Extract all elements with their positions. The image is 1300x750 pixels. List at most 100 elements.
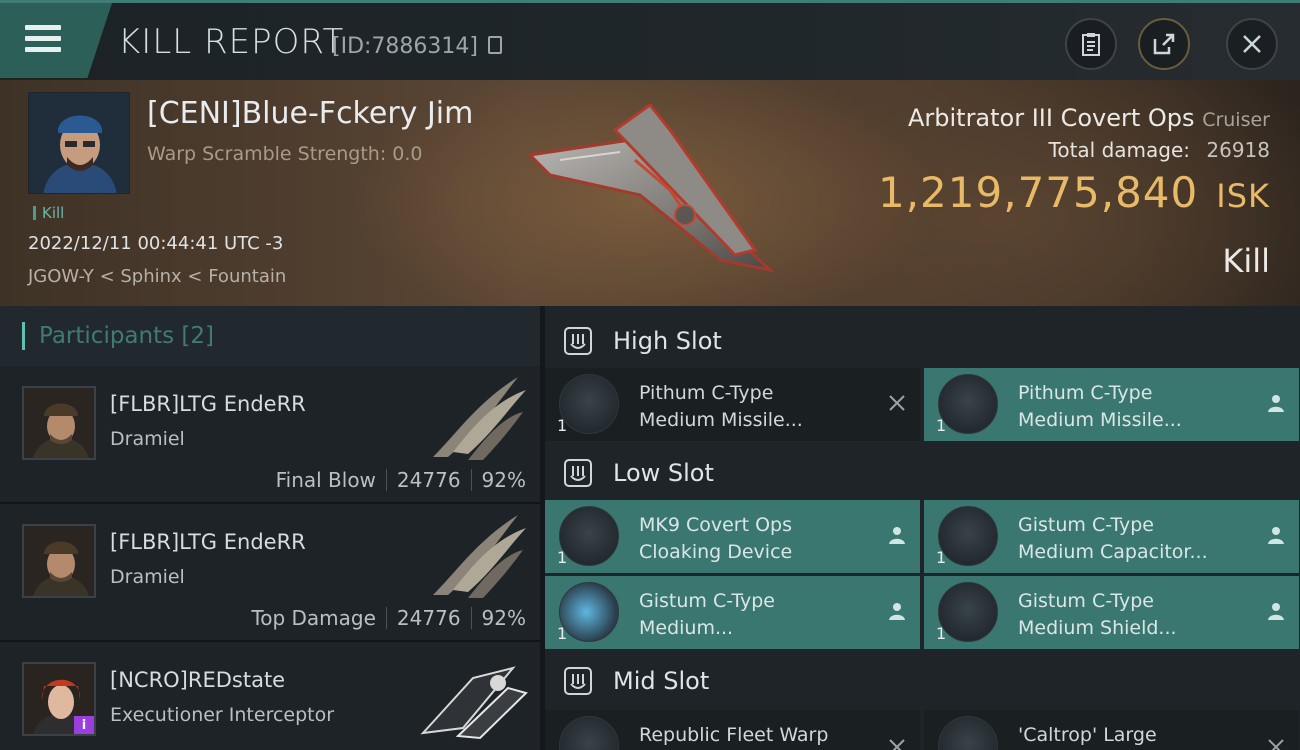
participants-header[interactable]: Participants [2]: [0, 306, 540, 366]
module-count: 1: [557, 548, 568, 567]
destroyed-icon: [1268, 739, 1284, 750]
module-count: 1: [557, 416, 568, 435]
kill-tag: Kill: [33, 206, 64, 221]
module-count: 1: [557, 624, 568, 643]
close-button[interactable]: [1226, 18, 1278, 70]
low-slot-header: Low Slot: [545, 442, 1300, 504]
mid-slot-header: Mid Slot: [545, 650, 1300, 712]
participant-ship: Dramiel: [110, 428, 185, 450]
module-low-1[interactable]: 1 MK9 Covert Ops Cloaking Device: [545, 500, 920, 573]
victim-ship-name[interactable]: Arbitrator III Covert Ops Cruiser: [908, 104, 1270, 132]
shield-extender-icon: [938, 716, 998, 750]
participant-percent: 92%: [481, 468, 526, 492]
module-low-4[interactable]: 1 Gistum C-Type Medium Shield...: [924, 576, 1299, 649]
module-name: 'Caltrop' Large: [1018, 724, 1157, 746]
participant-ship-image[interactable]: [418, 510, 528, 602]
module-low-2[interactable]: 1 Gistum C-Type Medium Capacitor...: [924, 500, 1299, 573]
participant-stats: Top Damage 24776 92%: [251, 606, 526, 630]
participant-name: [FLBR]LTG EndeRR: [110, 392, 306, 416]
participant-name: [NCRO]REDstate: [110, 668, 286, 692]
participant-ship: Dramiel: [110, 566, 185, 588]
report-id: [ID:7886314]: [332, 34, 478, 59]
victim-name[interactable]: [CENI]Blue-Fckery Jim: [147, 96, 473, 131]
cloaking-device-icon: [559, 506, 619, 566]
high-slot-icon: [564, 327, 592, 355]
engine-icon: [559, 582, 619, 642]
copy-id-icon[interactable]: [488, 36, 502, 54]
participant-role: Top Damage: [251, 606, 376, 630]
participants-label: Participants [2]: [39, 323, 215, 349]
clipboard-button[interactable]: [1065, 18, 1117, 70]
low-slot-icon: [564, 459, 592, 487]
participant-ship: Executioner Interceptor: [110, 704, 335, 726]
destroyed-icon: [889, 739, 905, 750]
isk-amount: 1,219,775,840: [877, 168, 1199, 217]
info-badge: i: [74, 716, 94, 734]
victim-ship-image[interactable]: [520, 100, 780, 280]
kill-location[interactable]: JGOW-Y < Sphinx < Fountain: [28, 266, 286, 287]
close-icon: [1243, 35, 1261, 53]
total-damage-value: 26918: [1206, 138, 1270, 162]
share-icon: [1153, 33, 1175, 55]
module-low-3[interactable]: 1 Gistum C-Type Medium...: [545, 576, 920, 649]
top-bar: KILL REPORT [ID:7886314]: [0, 0, 1300, 80]
missile-launcher-icon: [938, 374, 998, 434]
header-accent-bar: [22, 322, 25, 350]
person-icon: [1268, 527, 1284, 544]
missile-launcher-icon: [559, 374, 619, 434]
module-name: Gistum C-Type Medium...: [639, 590, 775, 639]
total-damage-label: Total damage:: [1048, 138, 1191, 162]
module-name: Gistum C-Type Medium Capacitor...: [1018, 514, 1208, 563]
person-icon: [889, 527, 905, 544]
capacitor-icon: [938, 506, 998, 566]
participant-avatar[interactable]: [22, 524, 96, 598]
total-damage: Total damage: 26918: [1049, 138, 1270, 162]
destroyed-icon: [889, 395, 905, 411]
low-slot-label: Low Slot: [613, 459, 714, 487]
warp-disruptor-icon: [559, 716, 619, 750]
module-mid-1[interactable]: Republic Fleet Warp: [545, 710, 920, 750]
ship-class: Cruiser: [1202, 109, 1270, 131]
module-count: 1: [936, 624, 947, 643]
mid-slot-icon: [564, 667, 592, 695]
high-slot-header: High Slot: [545, 310, 1300, 372]
mid-slot-label: Mid Slot: [613, 667, 710, 695]
victim-portrait[interactable]: [28, 92, 130, 194]
module-name: Gistum C-Type Medium Shield...: [1018, 590, 1177, 639]
module-count: 1: [936, 416, 947, 435]
module-name: MK9 Covert Ops Cloaking Device: [639, 514, 793, 563]
participant-ship-image[interactable]: [418, 372, 528, 464]
participant-row[interactable]: i [NCRO]REDstate Executioner Interceptor: [0, 642, 540, 750]
participant-stats: Final Blow 24776 92%: [276, 468, 526, 492]
module-high-1[interactable]: 1 Pithum C-Type Medium Missile...: [545, 368, 920, 441]
participant-damage: 24776: [396, 606, 461, 630]
module-name: Republic Fleet Warp: [639, 724, 829, 746]
participant-avatar[interactable]: [22, 386, 96, 460]
ship-name-text: Arbitrator III Covert Ops: [907, 104, 1195, 132]
shield-icon: [938, 582, 998, 642]
clipboard-icon: [1082, 33, 1100, 56]
participant-avatar[interactable]: i: [22, 662, 96, 736]
participant-ship-image[interactable]: [418, 648, 528, 740]
participant-row[interactable]: [FLBR]LTG EndeRR Dramiel Top Damage 24776…: [0, 504, 540, 642]
menu-button[interactable]: [0, 3, 112, 78]
kill-datetime: 2022/12/11 00:44:41 UTC -3: [28, 233, 284, 254]
avatar: [29, 93, 129, 193]
person-icon: [1268, 395, 1284, 412]
share-button[interactable]: [1138, 18, 1190, 70]
module-mid-2[interactable]: 'Caltrop' Large: [924, 710, 1299, 750]
participant-role: Final Blow: [275, 468, 376, 492]
page-title: KILL REPORT: [118, 22, 345, 62]
participants-panel: Participants [2] [FLBR]LTG EndeRR Dramie…: [0, 306, 540, 750]
high-slot-label: High Slot: [613, 327, 722, 355]
hamburger-icon: [25, 25, 61, 53]
isk-unit: ISK: [1216, 177, 1270, 215]
module-count: 1: [936, 548, 947, 567]
isk-value: 1,219,775,840 ISK: [878, 168, 1270, 217]
warp-scramble-strength: Warp Scramble Strength: 0.0: [147, 143, 423, 165]
person-icon: [889, 603, 905, 620]
module-name: Pithum C-Type Medium Missile...: [639, 382, 803, 431]
participant-row[interactable]: [FLBR]LTG EndeRR Dramiel Final Blow 24776…: [0, 366, 540, 504]
person-icon: [1268, 603, 1284, 620]
module-high-2[interactable]: 1 Pithum C-Type Medium Missile...: [924, 368, 1299, 441]
